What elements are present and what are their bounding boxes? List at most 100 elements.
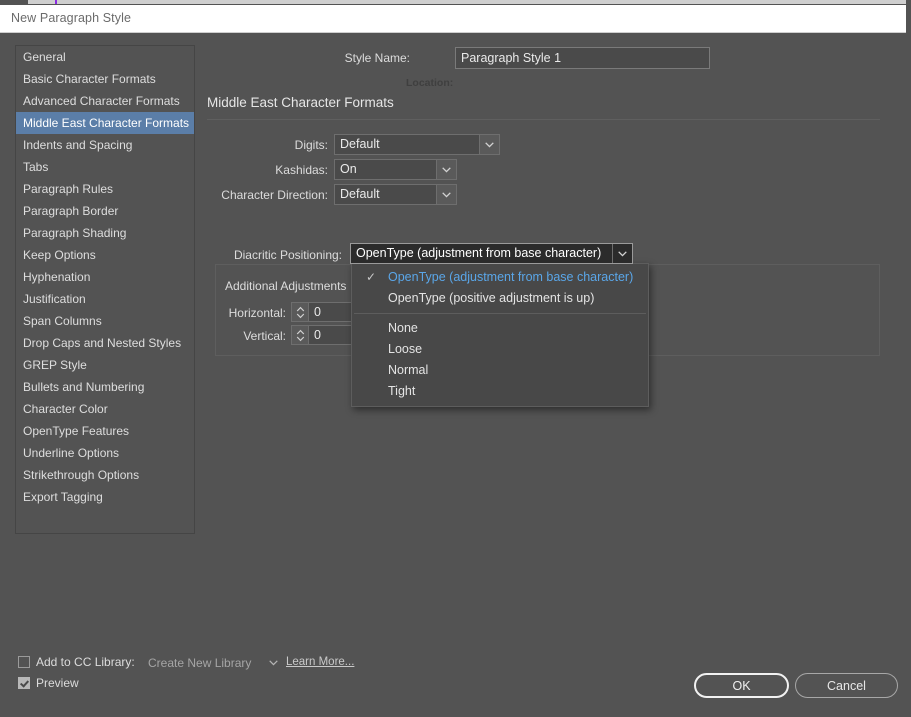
sidebar-item-underline-options[interactable]: Underline Options [16, 442, 194, 464]
preview-label: Preview [36, 676, 79, 690]
sidebar-item-grep-style[interactable]: GREP Style [16, 354, 194, 376]
sidebar-item-bullets-and-numbering[interactable]: Bullets and Numbering [16, 376, 194, 398]
learn-more-link[interactable]: Learn More... [286, 656, 354, 668]
sidebar-item-label: Character Color [23, 402, 108, 416]
ok-button-label: OK [732, 679, 750, 693]
additional-adjustments-label: Additional Adjustments [225, 279, 346, 293]
sidebar-item-label: Advanced Character Formats [23, 94, 180, 108]
sidebar-item-strikethrough-options[interactable]: Strikethrough Options [16, 464, 194, 486]
menu-item-opentype-positive-adjustment-is-up[interactable]: OpenType (positive adjustment is up) [352, 288, 648, 309]
chevron-down-icon [612, 244, 632, 263]
menu-separator [354, 313, 646, 314]
sidebar-item-label: Span Columns [23, 314, 102, 328]
sidebar-item-span-columns[interactable]: Span Columns [16, 310, 194, 332]
pane-title-divider [207, 119, 880, 120]
kashidas-dropdown[interactable]: On [334, 159, 457, 180]
sidebar-item-indents-and-spacing[interactable]: Indents and Spacing [16, 134, 194, 156]
sidebar-item-advanced-character-formats[interactable]: Advanced Character Formats [16, 90, 194, 112]
sidebar-item-label: Hyphenation [23, 270, 90, 284]
dialog-titlebar[interactable]: New Paragraph Style [0, 5, 906, 33]
menu-item-label: Normal [388, 363, 428, 377]
cancel-button[interactable]: Cancel [795, 673, 898, 698]
sidebar-item-label: Keep Options [23, 248, 96, 262]
sidebar-item-label: Tabs [23, 160, 48, 174]
sidebar-item-paragraph-border[interactable]: Paragraph Border [16, 200, 194, 222]
check-icon: ✓ [366, 267, 376, 288]
character-direction-dropdown[interactable]: Default [334, 184, 457, 205]
sidebar-item-label: Middle East Character Formats [23, 116, 189, 130]
diacritic-positioning-value: OpenType (adjustment from base character… [351, 244, 612, 263]
sidebar-item-paragraph-rules[interactable]: Paragraph Rules [16, 178, 194, 200]
style-category-list[interactable]: General Basic Character Formats Advanced C… [15, 45, 195, 534]
sidebar-item-label: Bullets and Numbering [23, 380, 144, 394]
sidebar-item-label: Indents and Spacing [23, 138, 132, 152]
sidebar-item-label: Paragraph Border [23, 204, 118, 218]
menu-item-label: None [388, 321, 418, 335]
menu-item-label: OpenType (positive adjustment is up) [388, 291, 594, 305]
sidebar-item-basic-character-formats[interactable]: Basic Character Formats [16, 68, 194, 90]
style-name-input[interactable]: Paragraph Style 1 [455, 47, 710, 69]
kashidas-value: On [335, 160, 436, 179]
menu-item-loose[interactable]: Loose [352, 339, 648, 360]
cancel-button-label: Cancel [827, 679, 866, 693]
ok-button[interactable]: OK [694, 673, 789, 698]
digits-dropdown[interactable]: Default [334, 134, 500, 155]
chevron-down-icon [436, 160, 456, 179]
kashidas-label: Kashidas: [230, 163, 328, 177]
digits-value: Default [335, 135, 479, 154]
sidebar-item-middle-east-character-formats[interactable]: Middle East Character Formats [16, 112, 194, 134]
pane-title: Middle East Character Formats [207, 95, 394, 110]
sidebar-item-label: GREP Style [23, 358, 87, 372]
character-direction-value: Default [335, 185, 436, 204]
sidebar-item-general[interactable]: General [16, 46, 194, 68]
sidebar-item-drop-caps-and-nested-styles[interactable]: Drop Caps and Nested Styles [16, 332, 194, 354]
sidebar-item-paragraph-shading[interactable]: Paragraph Shading [16, 222, 194, 244]
sidebar-item-label: Drop Caps and Nested Styles [23, 336, 181, 350]
sidebar-item-label: Strikethrough Options [23, 468, 139, 482]
menu-item-none[interactable]: None [352, 318, 648, 339]
sidebar-item-character-color[interactable]: Character Color [16, 398, 194, 420]
sidebar-item-tabs[interactable]: Tabs [16, 156, 194, 178]
menu-item-label: Loose [388, 342, 422, 356]
style-name-label: Style Name: [300, 51, 410, 65]
menu-item-label: OpenType (adjustment from base character… [388, 270, 633, 284]
preview-checkbox[interactable] [18, 677, 30, 689]
sidebar-item-hyphenation[interactable]: Hyphenation [16, 266, 194, 288]
stepper-arrows-icon[interactable] [291, 302, 308, 322]
sidebar-item-label: Paragraph Rules [23, 182, 113, 196]
menu-item-tight[interactable]: Tight [352, 381, 648, 402]
sidebar-item-label: Export Tagging [23, 490, 103, 504]
sidebar-item-label: Underline Options [23, 446, 119, 460]
add-to-cc-library-label: Add to CC Library: [36, 655, 135, 669]
sidebar-item-label: OpenType Features [23, 424, 129, 438]
horizontal-label: Horizontal: [190, 306, 286, 320]
menu-item-opentype-adjustment-from-base-character[interactable]: ✓ OpenType (adjustment from base characte… [352, 267, 648, 288]
sidebar-item-label: Justification [23, 292, 86, 306]
sidebar-item-justification[interactable]: Justification [16, 288, 194, 310]
sidebar-item-export-tagging[interactable]: Export Tagging [16, 486, 194, 508]
cc-library-value: Create New Library [143, 656, 264, 670]
chevron-down-icon [436, 185, 456, 204]
stepper-arrows-icon[interactable] [291, 325, 308, 345]
new-paragraph-style-dialog: New Paragraph Style General Basic Charact… [0, 0, 911, 717]
dialog-title: New Paragraph Style [11, 11, 131, 25]
menu-item-normal[interactable]: Normal [352, 360, 648, 381]
vertical-label: Vertical: [190, 329, 286, 343]
add-to-cc-library-checkbox[interactable] [18, 656, 30, 668]
chevron-down-icon [264, 660, 282, 666]
digits-label: Digits: [230, 138, 328, 152]
menu-item-label: Tight [388, 384, 415, 398]
sidebar-item-label: General [23, 50, 66, 64]
window-top-strip-light [28, 0, 906, 4]
window-top-strip-marker [55, 0, 57, 4]
chevron-down-icon [479, 135, 499, 154]
cc-library-dropdown[interactable]: Create New Library [143, 653, 282, 673]
diacritic-positioning-dropdown[interactable]: OpenType (adjustment from base character… [350, 243, 633, 264]
character-direction-label: Character Direction: [190, 188, 328, 202]
location-label: Location: [406, 77, 453, 89]
diacritic-positioning-label: Diacritic Positioning: [190, 248, 342, 262]
sidebar-item-keep-options[interactable]: Keep Options [16, 244, 194, 266]
diacritic-positioning-menu[interactable]: ✓ OpenType (adjustment from base characte… [351, 263, 649, 407]
sidebar-item-opentype-features[interactable]: OpenType Features [16, 420, 194, 442]
sidebar-item-label: Paragraph Shading [23, 226, 126, 240]
